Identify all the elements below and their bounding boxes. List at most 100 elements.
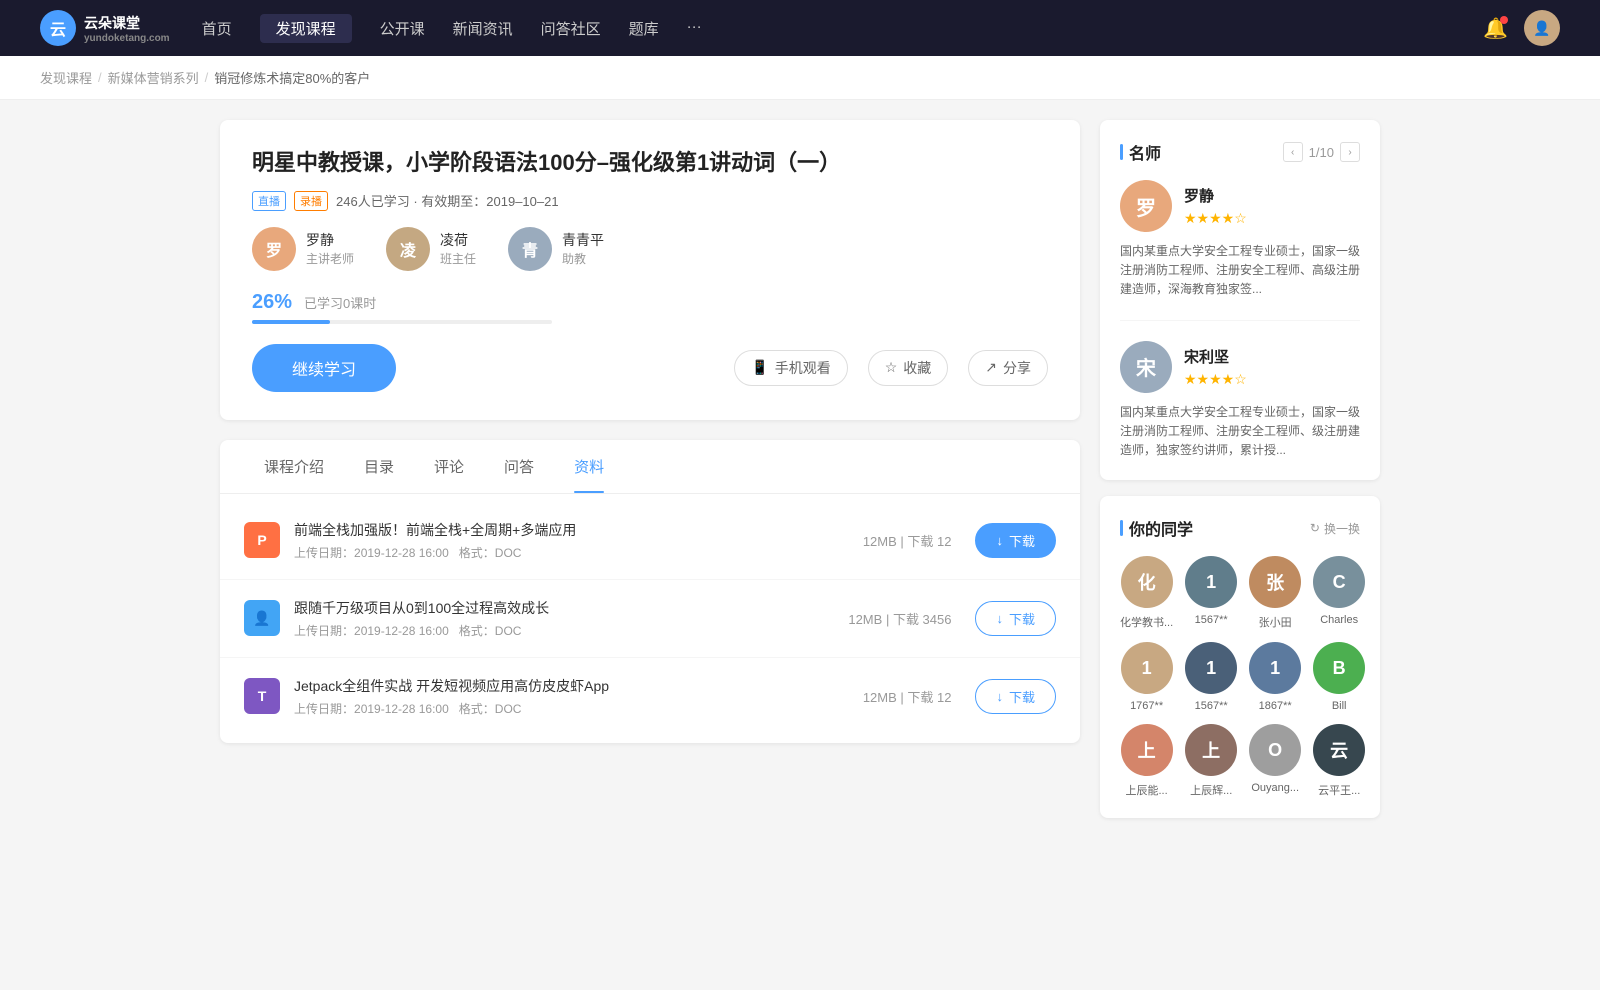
teachers-widget: 名师 ‹ 1/10 › 罗 罗静 ★★★★☆ 国内某重点大学安 (1100, 120, 1380, 480)
nav-item-qa[interactable]: 问答社区 (541, 14, 601, 43)
sidebar-teacher-desc-0: 国内某重点大学安全工程专业硕士，国家一级注册消防工程师、注册安全工程师、高级注册… (1120, 242, 1360, 300)
download-button-0[interactable]: ↓ 下载 (975, 523, 1056, 558)
resource-stats-2: 12MB | 下载 12 (863, 687, 952, 706)
resource-item-2: T Jetpack全组件实战 开发短视频应用高仿皮皮虾App 上传日期：2019… (220, 658, 1080, 735)
classmate-7[interactable]: B Bill (1313, 642, 1365, 712)
classmates-widget: 你的同学 ↻ 换一换 化 化学教书... 1 1567** 张 张小田 (1100, 496, 1380, 818)
classmate-3[interactable]: C Charles (1313, 556, 1365, 630)
progress-percent: 26% (252, 291, 292, 314)
pager-next[interactable]: › (1340, 142, 1360, 162)
classmate-5[interactable]: 1 1567** (1185, 642, 1237, 712)
mobile-watch-button[interactable]: 📱 手机观看 (734, 350, 847, 386)
tabs-section: 课程介绍 目录 评论 问答 资料 P 前端全栈加强版！前端全栈+全周期+多端应用… (220, 440, 1080, 743)
user-avatar[interactable]: 👤 (1524, 10, 1560, 46)
download-icon-0: ↓ (996, 533, 1003, 548)
course-card: 明星中教授课，小学阶段语法100分–强化级第1讲动词（一） 直播 录播 246人… (220, 120, 1080, 420)
badge-rec: 录播 (294, 191, 328, 211)
classmates-title: 你的同学 (1120, 516, 1193, 540)
classmate-9[interactable]: 上 上辰辉... (1185, 724, 1237, 798)
breadcrumb-item-series[interactable]: 新媒体营销系列 (108, 68, 199, 87)
classmate-1[interactable]: 1 1567** (1185, 556, 1237, 630)
nav-item-more[interactable]: ··· (687, 14, 702, 43)
classmate-name-8: 上辰能... (1120, 782, 1173, 798)
classmate-0[interactable]: 化 化学教书... (1120, 556, 1173, 630)
classmate-8[interactable]: 上 上辰能... (1120, 724, 1173, 798)
teachers-widget-title: 名师 (1120, 140, 1161, 164)
classmate-10[interactable]: O Ouyang... (1249, 724, 1301, 798)
progress-label: 已学习0课时 (304, 293, 376, 312)
resource-icon-1: 👤 (244, 600, 280, 636)
sidebar-teacher-name-0: 罗静 (1184, 185, 1247, 206)
sidebar-teacher-1: 宋 宋利坚 ★★★★☆ 国内某重点大学安全工程专业硕士，国家一级注册消防工程师、… (1120, 341, 1360, 461)
continue-button[interactable]: 继续学习 (252, 344, 396, 392)
notification-dot (1500, 16, 1508, 24)
sidebar-teacher-stars-0: ★★★★☆ (1184, 210, 1247, 227)
content-left: 明星中教授课，小学阶段语法100分–强化级第1讲动词（一） 直播 录播 246人… (220, 120, 1080, 834)
refresh-icon: ↻ (1310, 521, 1320, 535)
tab-resources[interactable]: 资料 (554, 440, 624, 493)
logo[interactable]: 云 云朵课堂 yundoketang.com (40, 10, 170, 46)
nav-item-open[interactable]: 公开课 (380, 14, 425, 43)
tabs-header: 课程介绍 目录 评论 问答 资料 (220, 440, 1080, 494)
nav-item-home[interactable]: 首页 (202, 14, 232, 43)
breadcrumb: 发现课程 / 新媒体营销系列 / 销冠修炼术搞定80%的客户 (0, 56, 1600, 100)
classmate-11[interactable]: 云 云平王... (1313, 724, 1365, 798)
resource-meta-0: 上传日期：2019-12-28 16:00 格式：DOC (294, 544, 863, 561)
classmate-name-11: 云平王... (1313, 782, 1365, 798)
notification-bell[interactable]: 🔔 (1483, 16, 1508, 41)
classmate-4[interactable]: 1 1767** (1120, 642, 1173, 712)
download-button-2[interactable]: ↓ 下载 (975, 679, 1056, 714)
sidebar-right: 名师 ‹ 1/10 › 罗 罗静 ★★★★☆ 国内某重点大学安 (1100, 120, 1380, 834)
classmate-name-1: 1567** (1185, 614, 1237, 626)
download-button-1[interactable]: ↓ 下载 (975, 601, 1056, 636)
progress-bar-fill (252, 320, 330, 324)
download-icon-2: ↓ (996, 689, 1003, 704)
tab-intro[interactable]: 课程介绍 (244, 440, 344, 493)
star-icon: ☆ (885, 359, 898, 376)
classmate-6[interactable]: 1 1867** (1249, 642, 1301, 712)
tab-review[interactable]: 评论 (414, 440, 484, 493)
resource-meta-1: 上传日期：2019-12-28 16:00 格式：DOC (294, 622, 848, 639)
refresh-button[interactable]: ↻ 换一换 (1310, 520, 1360, 537)
course-meta: 246人已学习 · 有效期至：2019–10–21 (336, 191, 559, 210)
classmate-avatar-4: 1 (1121, 642, 1173, 694)
progress-section: 26% 已学习0课时 (252, 291, 1048, 324)
nav-item-discover[interactable]: 发现课程 (260, 14, 352, 43)
collect-button[interactable]: ☆ 收藏 (868, 350, 949, 386)
pager-prev[interactable]: ‹ (1283, 142, 1303, 162)
classmate-avatar-7: B (1313, 642, 1365, 694)
teacher-role-0: 主讲老师 (306, 250, 354, 267)
teacher-item-0: 罗 罗静 主讲老师 (252, 227, 354, 271)
download-icon-1: ↓ (996, 611, 1003, 626)
course-actions: 继续学习 📱 手机观看 ☆ 收藏 ↗ 分享 (252, 344, 1048, 392)
resource-name-2: Jetpack全组件实战 开发短视频应用高仿皮皮虾App (294, 676, 863, 696)
classmate-name-9: 上辰辉... (1185, 782, 1237, 798)
classmate-avatar-10: O (1249, 724, 1301, 776)
classmate-name-3: Charles (1313, 614, 1365, 626)
tab-catalog[interactable]: 目录 (344, 440, 414, 493)
resource-name-0: 前端全栈加强版！前端全栈+全周期+多端应用 (294, 520, 863, 540)
sidebar-teacher-stars-1: ★★★★☆ (1184, 371, 1247, 388)
resource-name-1: 跟随千万级项目从0到100全过程高效成长 (294, 598, 848, 618)
teacher-name-2: 青青平 (562, 230, 604, 250)
resource-stats-1: 12MB | 下载 3456 (848, 609, 951, 628)
sidebar-teacher-avatar-1: 宋 (1120, 341, 1172, 393)
classmate-avatar-0: 化 (1121, 556, 1173, 608)
teacher-name-1: 凌荷 (440, 230, 476, 250)
resource-item-1: 👤 跟随千万级项目从0到100全过程高效成长 上传日期：2019-12-28 1… (220, 580, 1080, 658)
nav-item-quiz[interactable]: 题库 (629, 14, 659, 43)
sidebar-teacher-avatar-0: 罗 (1120, 180, 1172, 232)
classmate-name-7: Bill (1313, 700, 1365, 712)
classmate-2[interactable]: 张 张小田 (1249, 556, 1301, 630)
mobile-icon: 📱 (751, 359, 768, 376)
classmate-avatar-1: 1 (1185, 556, 1237, 608)
nav-item-news[interactable]: 新闻资讯 (453, 14, 513, 43)
resource-item-0: P 前端全栈加强版！前端全栈+全周期+多端应用 上传日期：2019-12-28 … (220, 502, 1080, 580)
course-title: 明星中教授课，小学阶段语法100分–强化级第1讲动词（一） (252, 148, 1048, 179)
tab-qa[interactable]: 问答 (484, 440, 554, 493)
classmate-avatar-3: C (1313, 556, 1365, 608)
resource-icon-2: T (244, 678, 280, 714)
share-button[interactable]: ↗ 分享 (968, 350, 1048, 386)
breadcrumb-item-discover[interactable]: 发现课程 (40, 68, 92, 87)
teacher-avatar-2: 青 (508, 227, 552, 271)
